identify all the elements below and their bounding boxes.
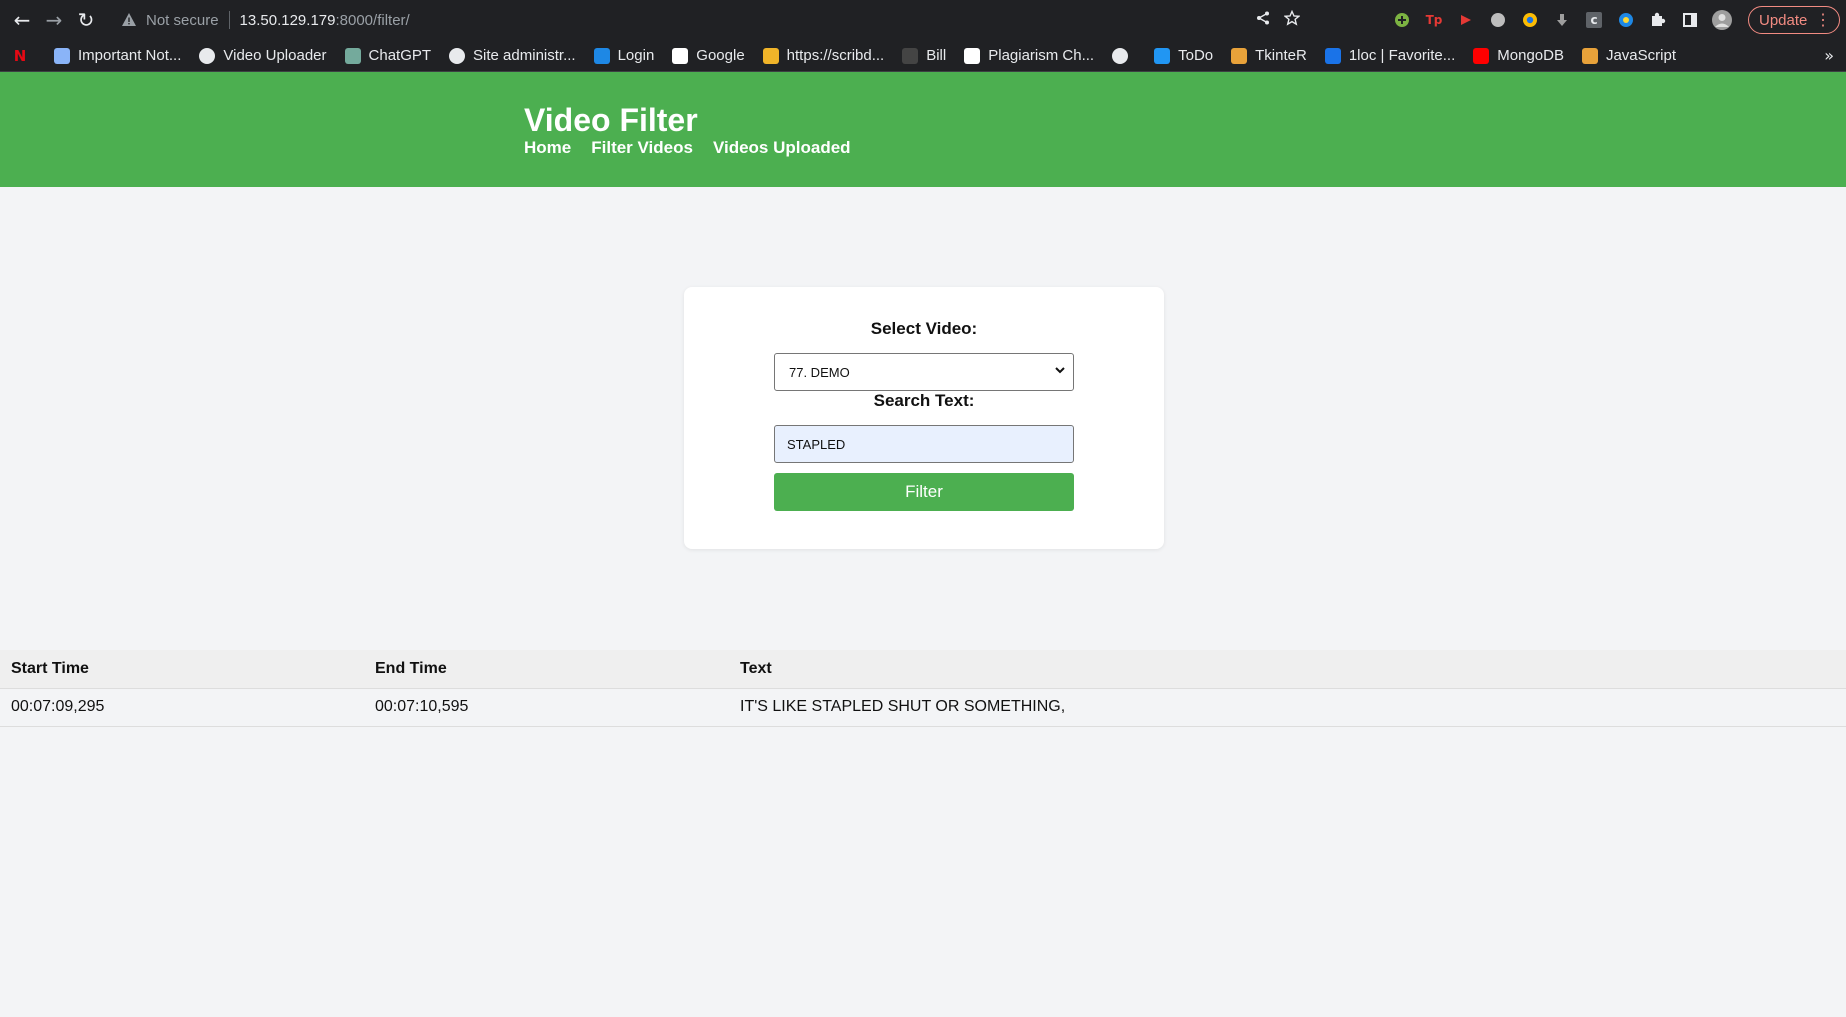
bookmark-label: ChatGPT bbox=[368, 47, 432, 64]
bookmark-label: 1loc | Favorite... bbox=[1348, 47, 1456, 64]
select-video-label: Select Video: bbox=[870, 319, 978, 338]
pdf-extension-icon[interactable] bbox=[1454, 8, 1478, 32]
filter-form-card: Select Video: 77. DEMO Search Text: Filt… bbox=[684, 287, 1164, 549]
bookmark-label: TkinteR bbox=[1255, 47, 1307, 64]
bookmark-item[interactable]: 1loc | Favorite... bbox=[1324, 47, 1456, 64]
bookmarks-bar: N Important Not... Video Uploader ChatGPT Si… bbox=[0, 40, 1846, 72]
javascript-icon bbox=[1581, 47, 1598, 64]
forward-icon[interactable]: → bbox=[38, 4, 70, 36]
bookmark-label: Plagiarism Ch... bbox=[988, 47, 1095, 64]
column-header-text: Text bbox=[729, 650, 1846, 689]
menu-dots-icon[interactable]: ⋮ bbox=[1815, 10, 1831, 30]
extensions-bar: Tp c bbox=[1390, 8, 1734, 32]
download-extension-icon[interactable] bbox=[1550, 8, 1574, 32]
url-path: :8000/filter/ bbox=[335, 11, 410, 29]
bookmark-label: JavaScript bbox=[1605, 47, 1676, 64]
bookmark-item[interactable]: ToDo bbox=[1154, 47, 1213, 64]
globe-icon bbox=[1112, 47, 1129, 64]
cell-text: IT'S LIKE STAPLED SHUT OR SOMETHING, bbox=[729, 688, 1846, 727]
bookmark-label: Bill bbox=[926, 47, 947, 64]
google-icon bbox=[672, 47, 689, 64]
todo-icon bbox=[1154, 47, 1171, 64]
page: Video Filter Home Filter Videos Videos U… bbox=[0, 72, 1846, 1017]
filter-button[interactable]: Filter bbox=[774, 473, 1074, 511]
cell-start-time: 00:07:09,295 bbox=[0, 688, 364, 727]
address-bar[interactable]: Not secure 13.50.129.179 :8000/filter/ bbox=[112, 4, 1308, 36]
c-extension-icon[interactable]: c bbox=[1582, 8, 1606, 32]
video-select[interactable]: 77. DEMO bbox=[774, 353, 1074, 391]
1loc-icon bbox=[1324, 47, 1341, 64]
results-header-row: Start Time End Time Text bbox=[0, 650, 1846, 689]
more-bookmarks-icon[interactable]: » bbox=[1824, 46, 1834, 65]
update-button[interactable]: Update ⋮ bbox=[1748, 6, 1840, 34]
bookmark-item[interactable]: Plagiarism Ch... bbox=[964, 47, 1094, 64]
chatgpt-icon bbox=[344, 47, 361, 64]
globe-icon bbox=[449, 47, 466, 64]
reload-icon[interactable]: ↻ bbox=[70, 4, 102, 36]
browser-toolbar: ← → ↻ Not secure 13.50.129.179 :8000/fil… bbox=[0, 0, 1846, 40]
page-title: Video Filter bbox=[524, 102, 698, 138]
results-table: Start Time End Time Text 00:07:09,295 00… bbox=[0, 650, 1846, 727]
column-header-end-time: End Time bbox=[364, 650, 729, 689]
plagiarism-icon bbox=[964, 47, 981, 64]
bookmark-label: https://scribd... bbox=[786, 47, 885, 64]
dice-extension-icon[interactable] bbox=[1486, 8, 1510, 32]
puzzle-icon[interactable] bbox=[1646, 8, 1670, 32]
site-header: Video Filter Home Filter Videos Videos U… bbox=[0, 72, 1846, 187]
bookmark-item[interactable]: TkinteR bbox=[1231, 47, 1307, 64]
scribd-icon bbox=[762, 47, 779, 64]
bookmark-item[interactable]: Google bbox=[672, 47, 745, 64]
youtube-icon bbox=[1473, 47, 1490, 64]
share-icon[interactable] bbox=[1256, 11, 1270, 30]
search-text-label: Search Text: bbox=[873, 391, 975, 410]
bookmark-item[interactable]: ChatGPT bbox=[344, 47, 432, 64]
arrow-icon bbox=[593, 47, 610, 64]
avatar[interactable] bbox=[1710, 8, 1734, 32]
table-row: 00:07:09,295 00:07:10,595 IT'S LIKE STAP… bbox=[0, 688, 1846, 727]
bookmark-item[interactable]: https://scribd... bbox=[762, 47, 885, 64]
bookmark-item[interactable]: Important Not... bbox=[54, 47, 181, 64]
tkinter-icon bbox=[1231, 47, 1248, 64]
bookmark-item[interactable]: N bbox=[12, 46, 36, 65]
bookmark-item[interactable]: Site administr... bbox=[449, 47, 576, 64]
bookmark-item[interactable]: JavaScript bbox=[1581, 47, 1676, 64]
bookmark-label: Important Not... bbox=[78, 47, 182, 64]
site-nav: Home Filter Videos Videos Uploaded bbox=[524, 138, 851, 158]
bill-icon bbox=[902, 47, 919, 64]
bookmark-label: ToDo bbox=[1178, 47, 1214, 64]
omnibox-divider bbox=[228, 11, 230, 29]
add-extension-icon[interactable] bbox=[1390, 8, 1414, 32]
url-host: 13.50.129.179 bbox=[239, 11, 336, 29]
nav-home-link[interactable]: Home bbox=[524, 138, 571, 158]
column-header-start-time: Start Time bbox=[0, 650, 364, 689]
shield-extension-icon[interactable] bbox=[1614, 8, 1638, 32]
back-icon[interactable]: ← bbox=[6, 4, 38, 36]
chevron-down-icon bbox=[1053, 363, 1067, 377]
nav-videos-uploaded-link[interactable]: Videos Uploaded bbox=[713, 138, 851, 158]
cell-end-time: 00:07:10,595 bbox=[364, 688, 729, 727]
update-label: Update bbox=[1759, 11, 1808, 29]
bookmark-item[interactable] bbox=[1112, 47, 1136, 64]
globe-icon bbox=[199, 47, 216, 64]
video-select-value: 77. DEMO bbox=[789, 364, 850, 380]
bookmark-star-icon[interactable] bbox=[1283, 9, 1301, 31]
tp-extension-icon[interactable]: Tp bbox=[1422, 8, 1446, 32]
bookmark-label: Site administr... bbox=[473, 47, 576, 64]
search-input[interactable] bbox=[774, 425, 1074, 463]
nav-filter-videos-link[interactable]: Filter Videos bbox=[591, 138, 693, 158]
bookmark-item[interactable]: Video Uploader bbox=[199, 47, 327, 64]
bookmark-label: MongoDB bbox=[1497, 47, 1564, 64]
chrome-ext-icon[interactable] bbox=[1518, 8, 1542, 32]
not-secure-label: Not secure bbox=[146, 11, 219, 29]
bookmark-label: Login bbox=[617, 47, 655, 64]
bookmark-item[interactable]: Bill bbox=[902, 47, 946, 64]
bookmark-item[interactable]: Login bbox=[593, 47, 655, 64]
warning-icon bbox=[118, 9, 140, 31]
bookmark-item[interactable]: MongoDB bbox=[1473, 47, 1564, 64]
bookmark-label: Video Uploader bbox=[223, 47, 327, 64]
netflix-icon: N bbox=[13, 46, 27, 65]
bookmark-label: Google bbox=[696, 47, 745, 64]
notes-icon bbox=[54, 47, 70, 64]
side-panel-icon[interactable] bbox=[1678, 8, 1702, 32]
